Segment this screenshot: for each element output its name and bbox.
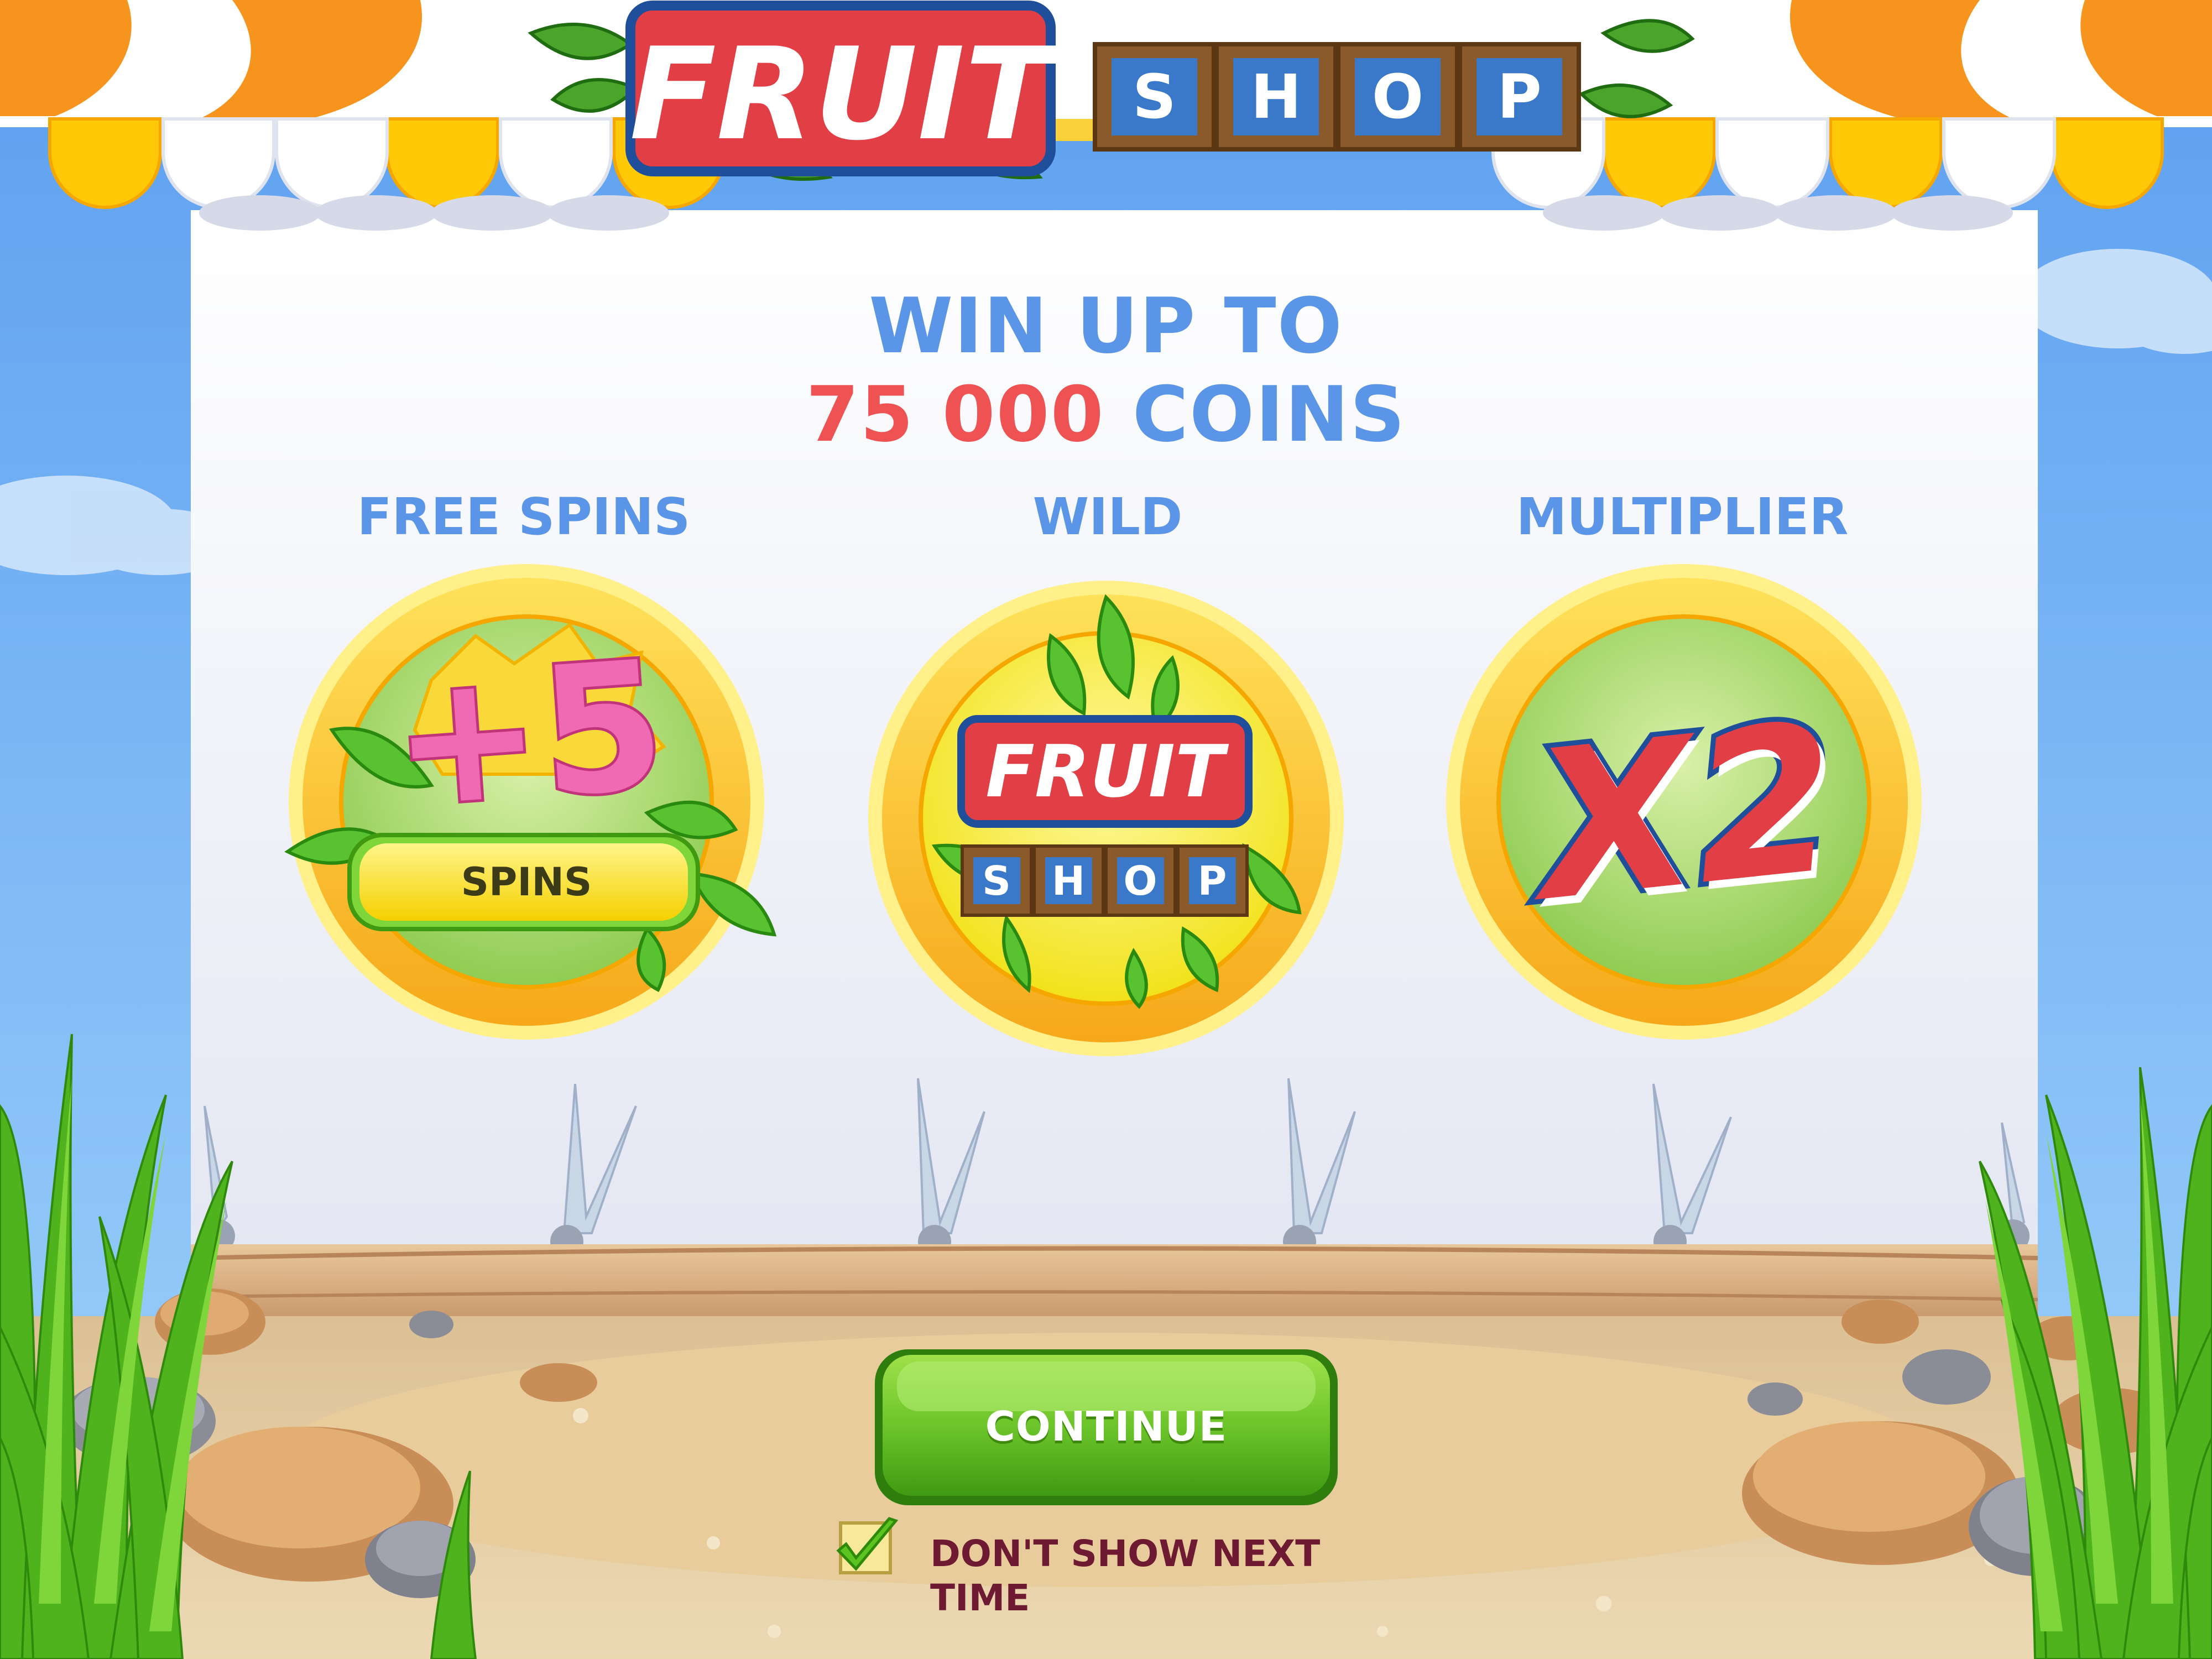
free-spins-count: +5 [383,620,674,849]
logo-word-fruit: FRUIT [629,21,1061,169]
feature-title-wild: WILD [1032,487,1183,546]
svg-text:S: S [982,858,1011,904]
wild-logo-fruit: FRUIT [985,729,1229,813]
svg-text:H: H [1052,858,1085,904]
dont-show-checkbox[interactable] [834,1516,900,1583]
dont-show-label[interactable]: DON'T SHOW NEXT TIME [930,1532,1428,1620]
headline-line2: 75 000 COINS [719,368,1493,462]
free-spins-label: SPINS [461,859,592,905]
game-intro-screen: FRUIT S H O P FRUIT S H O P ™ WIN UP TO … [0,0,2212,1659]
logo-letter-o: O [1371,61,1424,132]
feature-title-free-spins: FREE SPINS [357,487,691,546]
headline-unit: COINS [1132,370,1406,459]
svg-text:O: O [1123,858,1157,904]
feature-title-multiplier: MULTIPLIER [1516,487,1849,546]
headline-amount: 75 000 [806,370,1105,459]
logo-letter-p: P [1497,61,1542,132]
multiplier-value: X2 [1520,674,1854,952]
logo-letter-h: H [1250,61,1302,132]
fruit-shop-wild-icon: FRUIT S H O P [868,581,1344,1056]
logo-letter-s: S [1132,61,1177,132]
svg-text:P: P [1198,858,1227,904]
continue-button-label: CONTINUE [985,1403,1228,1451]
headline-line1: WIN UP TO [869,281,1343,371]
trademark-symbol: ™ [1593,6,1626,44]
